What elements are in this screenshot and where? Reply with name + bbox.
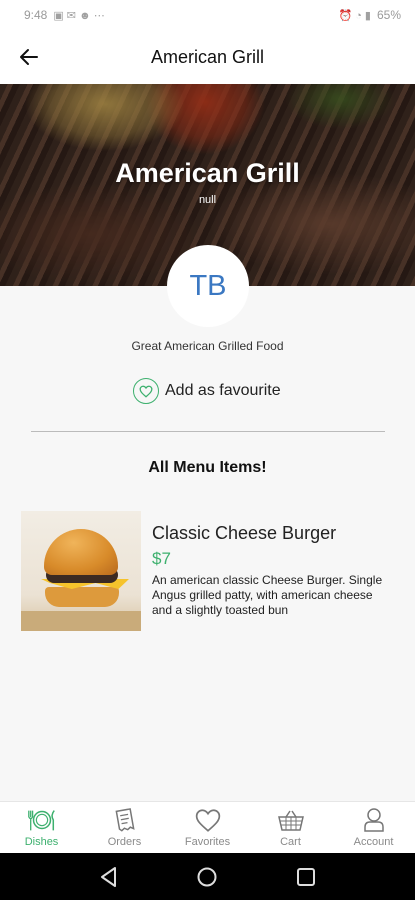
add-favourite-label: Add as favourite bbox=[165, 382, 281, 399]
heart-icon bbox=[192, 806, 224, 834]
nav-dishes[interactable]: Dishes bbox=[0, 802, 83, 853]
app-bar-title: American Grill bbox=[150, 46, 265, 67]
favourite-heart-icon bbox=[133, 378, 159, 404]
system-nav-bar bbox=[0, 853, 415, 900]
app-bar: American Grill bbox=[0, 30, 415, 84]
system-recents-button[interactable] bbox=[286, 857, 326, 897]
restaurant-avatar: TB bbox=[167, 245, 249, 327]
nav-label-favorites: Favorites bbox=[184, 836, 231, 848]
nav-account[interactable]: Account bbox=[332, 802, 415, 853]
bottom-nav: Dishes Orders Favorites Cart Account bbox=[0, 801, 415, 853]
dish-price: $7 bbox=[152, 549, 171, 568]
circle-home-icon bbox=[197, 867, 217, 886]
system-home-button[interactable] bbox=[187, 857, 227, 897]
dish-name: Classic Cheese Burger bbox=[152, 523, 337, 543]
status-bar: 9:48 ▣ ✉ ☻ ⋯ ⏰ ◔ ▮ 65% bbox=[0, 0, 415, 30]
basket-icon bbox=[275, 806, 307, 834]
menu-item[interactable]: Classic Cheese Burger $7 An american cla… bbox=[21, 511, 395, 631]
restaurant-description: Great American Grilled Food bbox=[131, 339, 284, 353]
notification-icons: ▣ ✉ ☻ ⋯ bbox=[53, 9, 105, 22]
nav-favorites[interactable]: Favorites bbox=[166, 802, 249, 853]
menu-heading: All Menu Items! bbox=[148, 459, 267, 476]
system-back-button[interactable] bbox=[89, 857, 129, 897]
triangle-back-icon bbox=[101, 866, 117, 887]
person-icon bbox=[358, 806, 390, 834]
hero-subtitle: null bbox=[198, 194, 217, 206]
plate-cutlery-icon bbox=[26, 806, 58, 834]
status-right: ⏰ ◔ ▮ 65% bbox=[338, 8, 401, 22]
status-time: 9:48 bbox=[24, 8, 48, 22]
arrow-left-icon bbox=[20, 49, 38, 65]
system-status-icons: ⏰ ◔ ▮ bbox=[338, 9, 371, 22]
back-button[interactable] bbox=[14, 42, 44, 72]
nav-orders[interactable]: Orders bbox=[83, 802, 166, 853]
status-left: 9:48 ▣ ✉ ☻ ⋯ bbox=[24, 8, 105, 22]
square-recents-icon bbox=[296, 867, 315, 886]
nav-label-cart: Cart bbox=[280, 836, 301, 848]
dish-description: An american classic Cheese Burger. Singl… bbox=[152, 573, 383, 617]
nav-label-account: Account bbox=[353, 836, 394, 848]
divider bbox=[31, 431, 385, 432]
battery-level: 65% bbox=[376, 8, 401, 22]
nav-label-orders: Orders bbox=[107, 836, 142, 848]
dish-image bbox=[21, 511, 141, 631]
nav-label-dishes: Dishes bbox=[24, 836, 59, 848]
add-favourite-button[interactable]: Add as favourite bbox=[133, 378, 281, 404]
receipt-icon bbox=[109, 806, 141, 834]
hero-title: American Grill bbox=[115, 158, 300, 188]
nav-cart[interactable]: Cart bbox=[249, 802, 332, 853]
